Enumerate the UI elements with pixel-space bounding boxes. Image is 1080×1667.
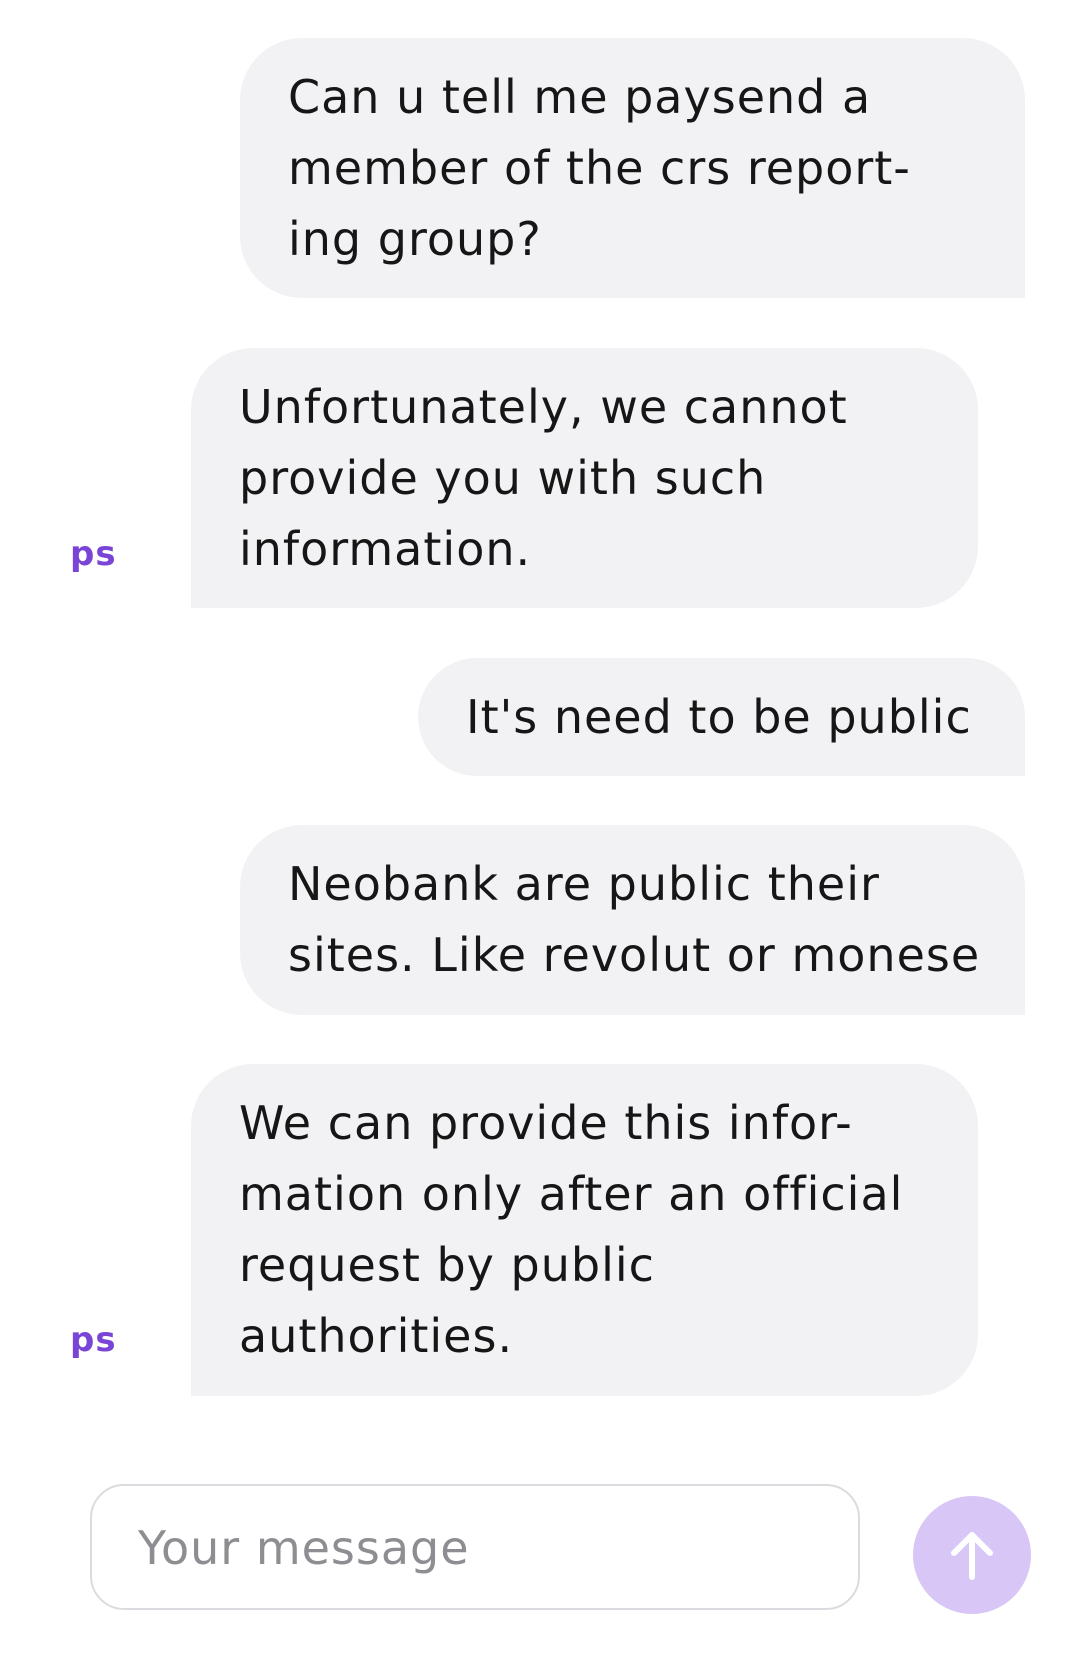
send-button[interactable]: [913, 1496, 1031, 1614]
message-input[interactable]: [136, 1486, 820, 1610]
agent-message: We can provide this infor- mation only a…: [191, 1064, 978, 1396]
agent-avatar: ps: [70, 534, 117, 574]
user-message: It's need to be public: [418, 658, 1025, 776]
message-composer: [90, 1484, 860, 1610]
agent-avatar: ps: [70, 1320, 117, 1360]
user-message: Can u tell me paysend a member of the cr…: [240, 38, 1025, 298]
arrow-up-icon: [951, 1532, 993, 1580]
user-message: Neobank are public their sites. Like rev…: [240, 825, 1025, 1015]
agent-message: Unfortunately, we cannot provide you wit…: [191, 348, 978, 608]
